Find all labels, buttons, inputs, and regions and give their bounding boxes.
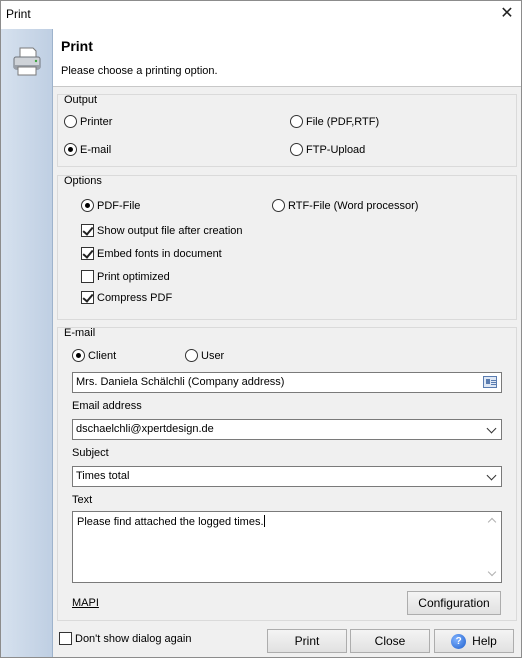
email-group-label: E-mail [64,327,96,339]
radio-client[interactable]: Client [72,349,116,362]
message-text: Please find attached the logged times. [77,516,264,528]
checkbox-show-output-box [81,224,94,237]
checkbox-dont-show-again[interactable]: Don't show dialog again [59,632,191,645]
address-book-icon[interactable] [483,376,497,388]
email-address-value: dschaelchli@xpertdesign.de [76,423,214,435]
recipient-field[interactable]: Mrs. Daniela Schälchli (Company address) [72,372,502,393]
checkbox-dont-show-again-box [59,632,72,645]
print-button[interactable]: Print [267,629,347,653]
radio-printer[interactable]: Printer [64,115,112,128]
close-button-label: Close [374,634,406,648]
output-group-label: Output [64,94,98,106]
print-dialog: Print ✕ Print Please choose a printing o… [0,0,522,658]
radio-file[interactable]: File (PDF,RTF) [290,115,379,128]
help-button-label: Help [472,634,497,648]
text-caret [263,515,265,527]
radio-user[interactable]: User [185,349,224,362]
mapi-link[interactable]: MAPI [72,597,99,609]
checkbox-embed-fonts-box [81,247,94,260]
checkbox-print-optimized-box [81,270,94,283]
radio-email-label: E-mail [80,143,112,156]
print-button-label: Print [294,634,320,648]
checkbox-dont-show-again-label: Don't show dialog again [75,632,192,645]
radio-ftp-label: FTP-Upload [306,143,366,156]
checkbox-compress-pdf-box [81,291,94,304]
title-bar: Print ✕ [1,1,521,29]
checkbox-print-optimized-label: Print optimized [97,270,170,283]
subject-label: Subject [72,447,109,459]
subject-value: Times total [76,470,130,482]
radio-email[interactable]: E-mail [64,143,111,156]
recipient-value: Mrs. Daniela Schälchli (Company address) [76,376,285,388]
chevron-down-icon[interactable] [486,470,497,481]
close-button[interactable]: Close [350,629,430,653]
sidebar-banner [1,29,53,657]
configuration-button[interactable]: Configuration [407,591,501,615]
radio-printer-label: Printer [80,115,113,128]
dialog-header: Print Please choose a printing option. [53,29,521,87]
message-textarea[interactable]: Please find attached the logged times. [72,511,502,583]
help-icon: ? [451,633,467,649]
radio-email-dot [64,143,77,156]
radio-printer-dot [64,115,77,128]
header-subtitle: Please choose a printing option. [61,65,218,77]
radio-ftp-upload[interactable]: FTP-Upload [290,143,365,156]
chevron-down-icon[interactable] [486,423,497,434]
help-button[interactable]: ? Help [434,629,514,653]
window-title: Print [6,7,31,21]
email-address-combo[interactable]: dschaelchli@xpertdesign.de [72,419,502,440]
checkbox-print-optimized[interactable]: Print optimized [81,270,170,283]
radio-ftp-dot [290,143,303,156]
radio-rtf-file[interactable]: RTF-File (Word processor) [272,199,418,212]
output-group: Output [57,94,517,167]
radio-file-label: File (PDF,RTF) [306,115,380,128]
checkbox-embed-fonts-label: Embed fonts in document [97,247,222,260]
header-title: Print [61,38,93,54]
textarea-scrollbar[interactable] [486,513,500,581]
radio-file-dot [290,115,303,128]
configuration-button-label: Configuration [418,596,490,610]
email-address-label: Email address [72,400,142,412]
scroll-up-icon[interactable] [487,517,497,527]
checkbox-compress-pdf-label: Compress PDF [97,291,173,304]
subject-combo[interactable]: Times total [72,466,502,487]
close-icon[interactable]: ✕ [493,1,521,27]
options-group-label: Options [64,175,102,187]
checkbox-show-output[interactable]: Show output file after creation [81,224,243,237]
radio-user-label: User [201,349,225,362]
checkbox-embed-fonts[interactable]: Embed fonts in document [81,247,222,260]
radio-rtf-label: RTF-File (Word processor) [288,199,419,212]
text-label: Text [72,494,93,506]
radio-pdf-dot [81,199,94,212]
printer-icon [13,47,41,76]
checkbox-show-output-label: Show output file after creation [97,224,243,237]
radio-pdf-file[interactable]: PDF-File [81,199,140,212]
radio-pdf-label: PDF-File [97,199,141,212]
radio-user-dot [185,349,198,362]
scroll-down-icon[interactable] [487,567,497,577]
radio-client-label: Client [88,349,117,362]
radio-client-dot [72,349,85,362]
checkbox-compress-pdf[interactable]: Compress PDF [81,291,172,304]
radio-rtf-dot [272,199,285,212]
